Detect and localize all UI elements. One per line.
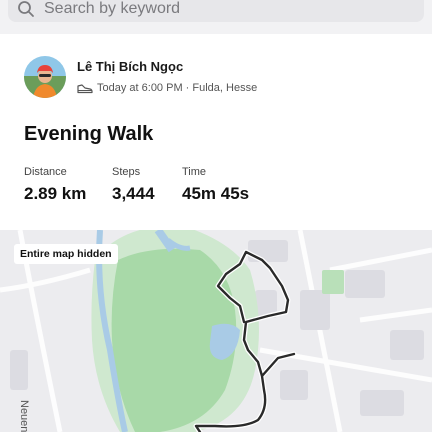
street-label: Neuent [18, 400, 30, 432]
search-area [0, 0, 432, 34]
route-map[interactable]: Entire map hidden Neuent [0, 230, 432, 432]
stat-steps: Steps 3,444 [112, 166, 155, 204]
shoe-icon [77, 84, 93, 94]
activity-card[interactable]: Lê Thị Bích Ngọc Today at 6:00 PM · Fuld… [0, 34, 432, 230]
map-hidden-badge: Entire map hidden [14, 244, 118, 264]
search-input[interactable] [44, 0, 404, 20]
search-bar[interactable] [8, 0, 424, 22]
stat-label: Time [182, 166, 207, 178]
avatar[interactable] [24, 56, 66, 98]
stat-label: Steps [112, 166, 141, 178]
stat-value: 45m 45s [182, 184, 250, 203]
activity-title[interactable]: Evening Walk [24, 123, 153, 146]
date-location: Today at 6:00 PM · Fulda, Hesse [97, 82, 258, 94]
stat-label: Distance [24, 166, 67, 178]
stat-value: 3,444 [112, 184, 155, 203]
stat-value: 2.89 km [24, 184, 87, 203]
search-icon [18, 1, 34, 17]
activity-meta: Today at 6:00 PM · Fulda, Hesse [77, 80, 257, 96]
stat-time: Time 45m 45s [182, 166, 249, 204]
stat-distance: Distance 2.89 km [24, 166, 86, 204]
athlete-name[interactable]: Lê Thị Bích Ngọc [77, 59, 183, 74]
